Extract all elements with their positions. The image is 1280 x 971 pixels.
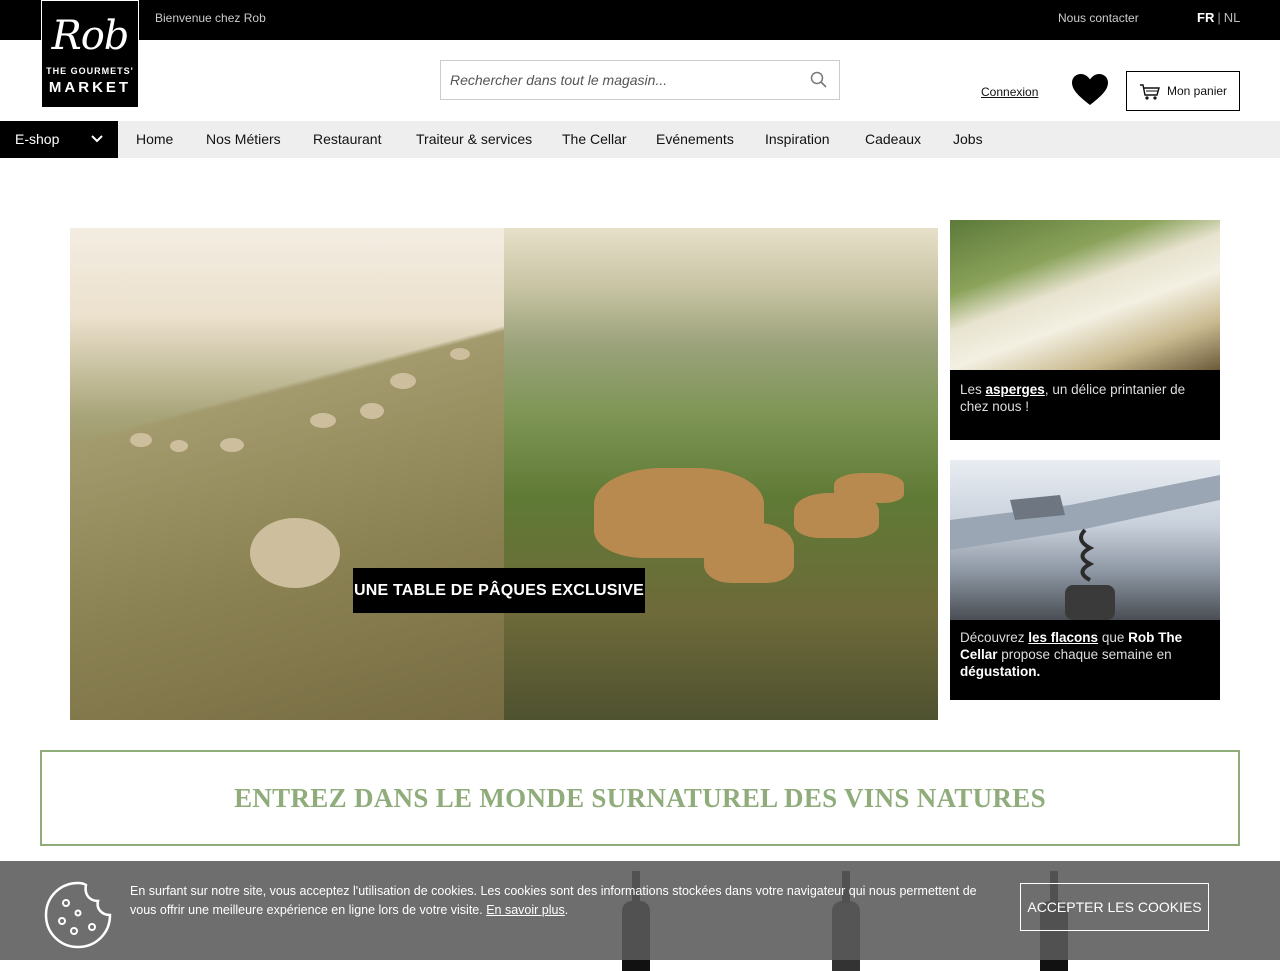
search-icon[interactable] xyxy=(809,70,829,90)
nav-item-traiteur[interactable]: Traiteur & services xyxy=(416,131,532,147)
logo-script: Rob xyxy=(51,13,130,59)
eshop-dropdown[interactable]: E-shop xyxy=(0,121,118,158)
cart-button[interactable]: Mon panier xyxy=(1126,71,1240,111)
cart-label: Mon panier xyxy=(1167,84,1228,98)
nav-item-home[interactable]: Home xyxy=(136,131,173,147)
welcome-text: Bienvenue chez Rob xyxy=(155,11,266,25)
cookie-more-link[interactable]: En savoir plus xyxy=(486,903,565,917)
chevron-down-icon xyxy=(91,135,103,143)
hero-image-sheep xyxy=(70,228,504,720)
language-switcher: FR | NL xyxy=(1197,10,1240,25)
nav-item-cadeaux[interactable]: Cadeaux xyxy=(865,131,921,147)
hero-caption[interactable]: UNE TABLE DE PÂQUES EXCLUSIVE xyxy=(353,568,645,613)
lang-nl[interactable]: NL xyxy=(1224,10,1241,25)
hero-banner[interactable]: UNE TABLE DE PÂQUES EXCLUSIVE xyxy=(70,228,938,720)
accept-cookies-button[interactable]: ACCEPTER LES COOKIES xyxy=(1020,883,1209,931)
nav-item-inspiration[interactable]: Inspiration xyxy=(765,131,830,147)
nav-item-the-cellar[interactable]: The Cellar xyxy=(562,131,627,147)
asperges-link[interactable]: asperges xyxy=(986,382,1045,397)
lang-separator: | xyxy=(1217,10,1221,25)
nav-item-evenements[interactable]: Evénements xyxy=(656,131,734,147)
search-input[interactable] xyxy=(441,61,801,99)
promo-flacons-text: Découvrez les flacons que Rob The Cellar… xyxy=(960,630,1183,679)
nav-item-jobs[interactable]: Jobs xyxy=(953,131,983,147)
promo-asperges[interactable]: Les asperges, un délice printanier de ch… xyxy=(950,220,1220,440)
cookie-icon xyxy=(44,881,112,949)
eshop-label: E-shop xyxy=(15,131,60,147)
logo-line1: THE GOURMETS' xyxy=(46,66,134,76)
nav-item-restaurant[interactable]: Restaurant xyxy=(313,131,381,147)
flacons-link[interactable]: les flacons xyxy=(1028,630,1098,645)
natural-wines-banner[interactable]: ENTREZ DANS LE MONDE SURNATUREL DES VINS… xyxy=(40,750,1240,846)
promo-flacons[interactable]: Découvrez les flacons que Rob The Cellar… xyxy=(950,460,1220,700)
corkscrew-icon xyxy=(950,475,1220,620)
contact-link[interactable]: Nous contacter xyxy=(1058,11,1139,25)
promo-flacons-image xyxy=(950,460,1220,620)
top-bar: Bienvenue chez Rob Nous contacter FR | NL xyxy=(0,0,1280,40)
cookie-banner: En surfant sur notre site, vous acceptez… xyxy=(0,861,1280,960)
main-nav: E-shop Home Nos Métiers Restaurant Trait… xyxy=(0,121,1280,158)
hero-image-cows xyxy=(504,228,938,720)
heart-icon[interactable] xyxy=(1071,73,1109,107)
cookie-text: En surfant sur notre site, vous acceptez… xyxy=(130,884,977,917)
search-box xyxy=(440,60,840,100)
promo-asperges-image xyxy=(950,220,1220,370)
logo[interactable]: Rob THE GOURMETS' MARKET xyxy=(41,0,139,108)
cart-icon xyxy=(1140,84,1160,100)
nav-item-nos-metiers[interactable]: Nos Métiers xyxy=(206,131,281,147)
banner-title: ENTREZ DANS LE MONDE SURNATUREL DES VINS… xyxy=(234,783,1046,813)
login-link[interactable]: Connexion xyxy=(981,85,1038,99)
lang-fr[interactable]: FR xyxy=(1197,10,1214,25)
logo-line2: MARKET xyxy=(48,79,132,96)
promo-asperges-text: Les asperges, un délice printanier de ch… xyxy=(960,382,1186,414)
